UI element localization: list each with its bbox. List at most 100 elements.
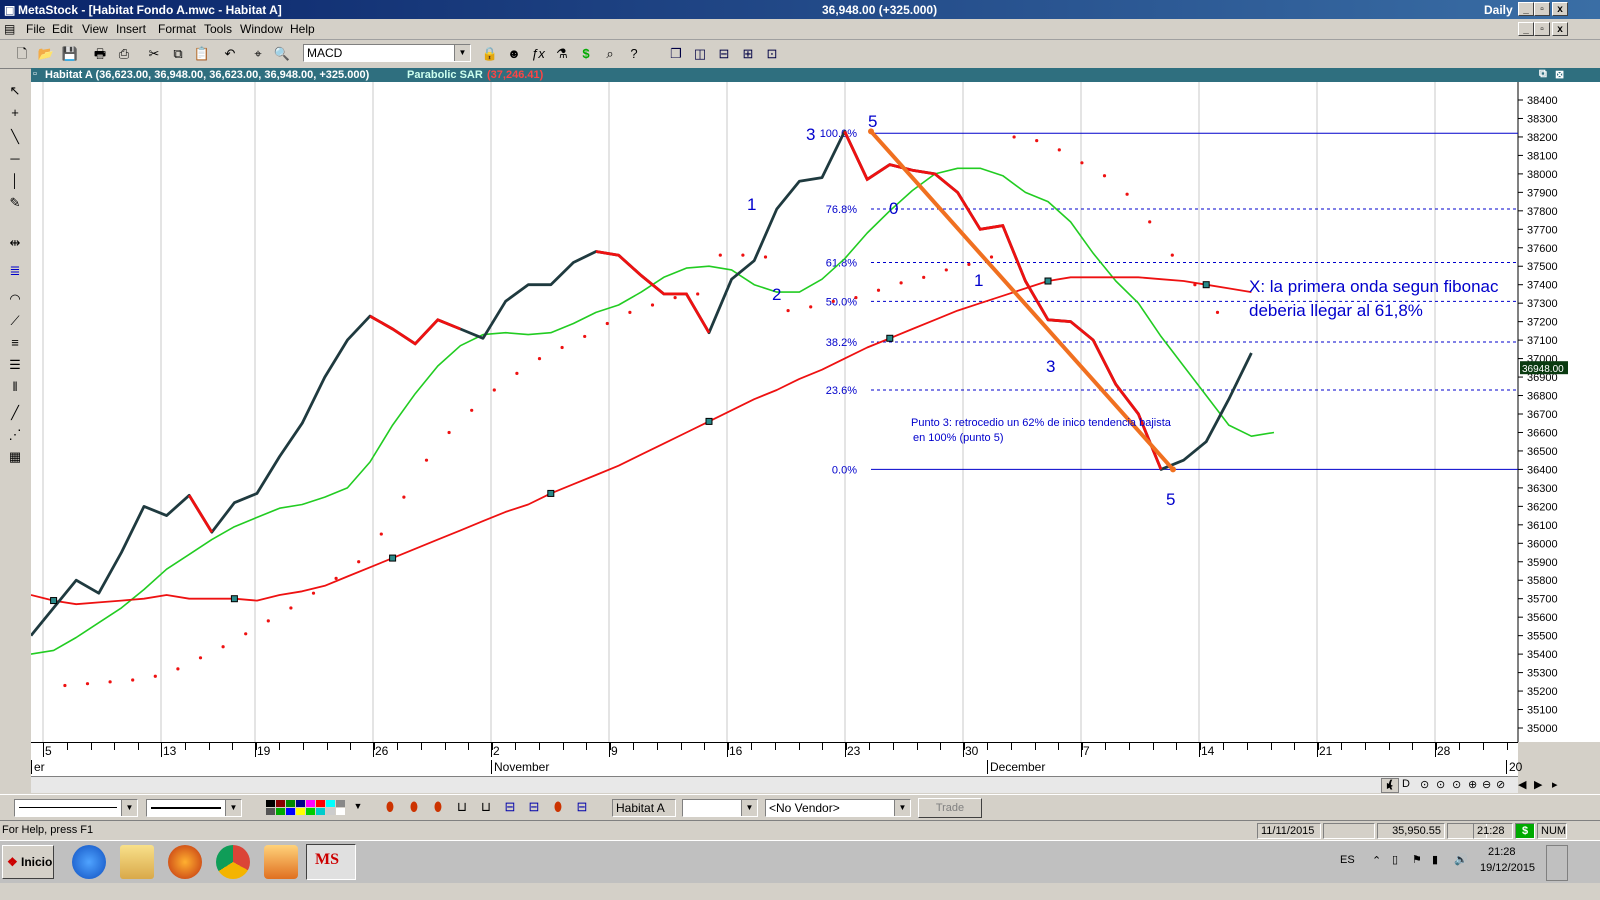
minimize-button[interactable]: _ (1518, 2, 1534, 16)
symbol-box3-icon[interactable]: ⊟ (572, 797, 592, 816)
color-palette[interactable] (266, 800, 346, 816)
monthly-icon[interactable]: ⊙ (1436, 778, 1445, 791)
zoom-minus-icon[interactable]: ⊖ (1482, 778, 1491, 791)
regression-icon[interactable]: ╱ (5, 404, 25, 422)
menu-window[interactable]: Window (240, 22, 283, 36)
menu-view[interactable]: View (82, 22, 108, 36)
zoom-icon[interactable]: 🔍 (272, 44, 292, 63)
chart-menu-icon[interactable]: ▫ (33, 68, 37, 80)
expert-icon[interactable]: ☻ (504, 44, 524, 63)
grid-tool-icon[interactable]: ▦ (5, 448, 25, 466)
channel-icon[interactable]: ≡ (5, 334, 25, 352)
lock-icon[interactable]: 🔒 (480, 44, 500, 63)
signal-icon[interactable]: ▮ (1432, 853, 1438, 866)
page-end-icon[interactable]: ▸ (1552, 778, 1558, 791)
account-select[interactable]: ▼ (682, 799, 758, 817)
fibonacci-retracement-icon[interactable]: ≣ (5, 262, 25, 280)
fan-icon[interactable]: ⟋ (5, 312, 25, 330)
line-weight-select[interactable]: ▼ (146, 799, 242, 817)
horizontal-line-icon[interactable]: ─ (5, 150, 25, 168)
save-icon[interactable]: 💾 (60, 44, 80, 63)
crosshair-tool-icon[interactable]: + (5, 104, 25, 122)
weekly-icon[interactable]: ⊙ (1420, 778, 1429, 791)
clock-time[interactable]: 21:28 (1488, 846, 1516, 858)
doc-minimize-button[interactable]: _ (1518, 22, 1534, 36)
network-icon[interactable]: ▯ (1392, 853, 1398, 866)
help-pointer-icon[interactable]: ? (624, 44, 644, 63)
speed-lines-icon[interactable]: ☰ (5, 356, 25, 374)
chrome-icon[interactable] (216, 845, 250, 879)
show-desktop-button[interactable] (1546, 845, 1568, 881)
paste-icon[interactable]: 📋 (192, 44, 212, 63)
firefox-icon[interactable] (168, 845, 202, 879)
symbol-bracket-icon[interactable]: ⊔ (452, 797, 472, 816)
window-cascade-icon[interactable]: ❐ (666, 44, 686, 63)
function-icon[interactable]: ƒx (528, 44, 548, 63)
cut-icon[interactable]: ✂ (144, 44, 164, 63)
undo-icon[interactable]: ↶ (220, 44, 240, 63)
window-tile-vertical-icon[interactable]: ◫ (690, 44, 710, 63)
maximize-button[interactable]: ▫ (1534, 2, 1550, 16)
gann-fan-icon[interactable]: ⋰ (5, 426, 25, 444)
scroll-right-end-icon[interactable]: ▶ (1534, 778, 1542, 791)
flag-icon[interactable]: ⚑ (1412, 853, 1422, 866)
trendline-icon[interactable]: ╲ (5, 128, 25, 146)
menu-edit[interactable]: Edit (52, 22, 73, 36)
cycle-lines-icon[interactable]: ⇹ (5, 234, 25, 252)
zoom-in-icon[interactable]: ⊕ (1468, 778, 1477, 791)
vertical-line-icon[interactable]: │ (5, 172, 25, 190)
symbol-box-icon[interactable]: ⊟ (500, 797, 520, 816)
window-grid-icon[interactable]: ⊞ (738, 44, 758, 63)
media-player-icon[interactable] (264, 845, 298, 879)
symbol-exit-icon[interactable]: ⬮ (428, 797, 448, 816)
metastock-task-button[interactable]: MS (306, 844, 356, 880)
dollar-icon[interactable]: $ (576, 44, 596, 63)
internet-explorer-icon[interactable] (72, 845, 106, 879)
trade-button[interactable]: Trade (918, 798, 982, 818)
reset-icon[interactable]: ⊘ (1496, 778, 1505, 791)
volume-icon[interactable]: 🔊 (1454, 853, 1468, 866)
window-arrange-icon[interactable]: ⊡ (762, 44, 782, 63)
symbol-flag-icon[interactable]: ⬮ (548, 797, 568, 816)
horizontal-scrollbar[interactable]: ▶ (31, 776, 1518, 793)
price-chart[interactable]: 100.0% 76.8% 61.8% 50.0% 38.2% 23.6% 0.0% 3500… (31, 82, 1600, 742)
menu-insert[interactable]: Insert (116, 22, 146, 36)
new-icon[interactable]: 🗋 (12, 44, 32, 63)
doc-restore-button[interactable]: ▫ (1534, 22, 1550, 36)
time-zones-icon[interactable]: ‖ (5, 378, 25, 396)
symbol-bracket2-icon[interactable]: ⊔ (476, 797, 496, 816)
text-tool-icon[interactable]: ✎ (5, 194, 25, 212)
copy-icon[interactable]: ⧉ (168, 44, 188, 63)
arc-icon[interactable]: ◠ (5, 290, 25, 308)
chart-close-icon[interactable]: ⊠ (1555, 68, 1564, 81)
close-button[interactable]: x (1552, 2, 1568, 16)
daily-icon[interactable]: D (1402, 778, 1410, 790)
vendor-select[interactable]: <No Vendor> ▼ (765, 799, 911, 817)
print-icon[interactable]: 🖶 (90, 44, 110, 63)
symbol-buy-icon[interactable]: ⬮ (380, 797, 400, 816)
zoom-out-bracket-icon[interactable]: ❪ (1386, 778, 1395, 791)
tray-expand-icon[interactable]: ⌃ (1372, 854, 1381, 867)
security-box[interactable]: Habitat A (612, 799, 676, 817)
open-icon[interactable]: 📂 (36, 44, 56, 63)
crosshair-icon[interactable]: ⌖ (248, 44, 268, 63)
menu-format[interactable]: Format (158, 22, 196, 36)
pointer-icon[interactable]: ↖ (5, 82, 25, 100)
chart-restore-icon[interactable]: ⧉ (1539, 68, 1547, 81)
language-indicator[interactable]: ES (1340, 854, 1355, 866)
doc-close-button[interactable]: x (1552, 22, 1568, 36)
menu-help[interactable]: Help (290, 22, 315, 36)
symbol-sell-icon[interactable]: ⬮ (404, 797, 424, 816)
menu-file[interactable]: File (26, 22, 45, 36)
indicator-select[interactable]: MACD ▼ (303, 44, 471, 62)
print-preview-icon[interactable]: ⎙ (114, 44, 134, 63)
binoculars-icon[interactable]: ⌕ (600, 44, 620, 63)
menu-tools[interactable]: Tools (204, 22, 232, 36)
symbol-box2-icon[interactable]: ⊟ (524, 797, 544, 816)
start-button[interactable]: ❖ Inicio (2, 845, 54, 879)
system-tester-icon[interactable]: ⚗ (552, 44, 572, 63)
folder-icon[interactable] (120, 845, 154, 879)
palette-dropdown-icon[interactable]: ▼ (348, 797, 368, 816)
clock-date[interactable]: 19/12/2015 (1480, 862, 1535, 874)
line-style-select[interactable]: ▼ (14, 799, 138, 817)
